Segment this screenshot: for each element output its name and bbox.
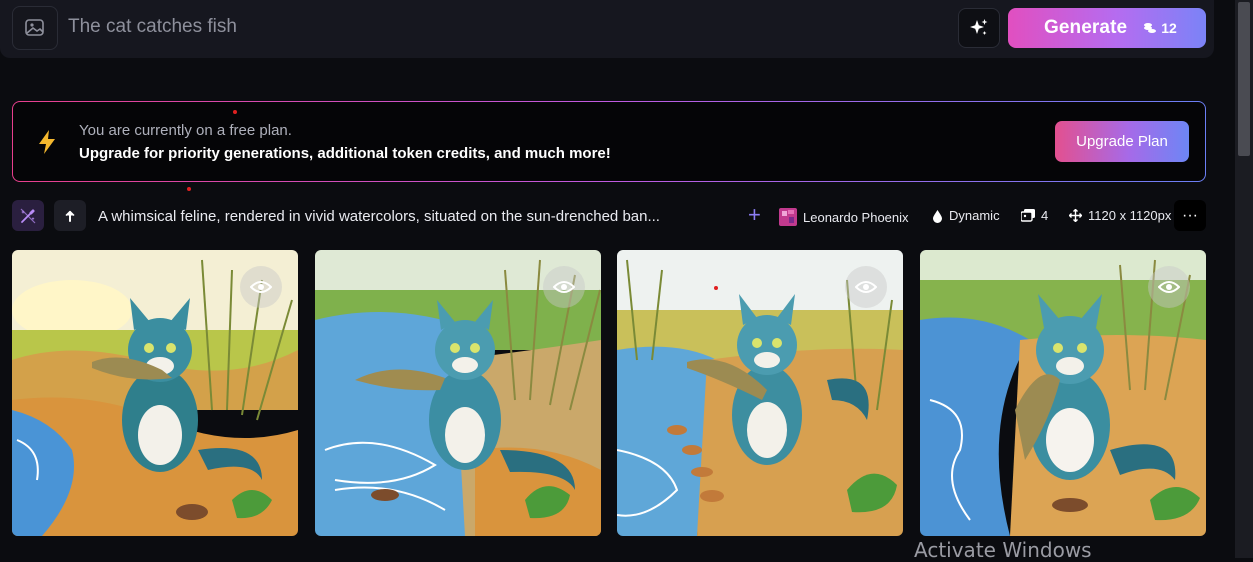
token-icon <box>1144 23 1157 33</box>
generate-label: Generate <box>1044 17 1128 38</box>
preview-button[interactable] <box>240 266 282 308</box>
plan-upsell-text: Upgrade for priority generations, additi… <box>79 145 611 162</box>
sparkle-icon <box>970 19 988 35</box>
model-thumbnail-icon <box>779 208 797 226</box>
remix-button[interactable] <box>12 200 44 231</box>
plan-status-text: You are currently on a free plan. <box>79 122 292 139</box>
magic-wand-icon <box>20 208 36 223</box>
generated-image-2[interactable] <box>315 250 601 536</box>
cursor-marker <box>714 286 718 290</box>
upscale-button[interactable] <box>54 200 86 231</box>
cursor-marker <box>187 187 191 191</box>
style-name: Dynamic <box>949 208 1000 223</box>
prompt-input[interactable]: The cat catches fish <box>68 16 237 38</box>
dimensions-info: 1120 x 1120px <box>1069 208 1171 223</box>
eye-icon <box>553 281 575 293</box>
style-info: Dynamic <box>932 208 1000 223</box>
cursor-marker <box>233 110 237 114</box>
generation-prompt: A whimsical feline, rendered in vivid wa… <box>98 208 660 225</box>
prompt-bar: The cat catches fish Generate 12 <box>0 0 1214 58</box>
image-dimensions: 1120 x 1120px <box>1088 208 1172 223</box>
scrollbar-thumb[interactable] <box>1238 2 1250 156</box>
preview-button[interactable] <box>1148 266 1190 308</box>
move-arrows-icon <box>1069 209 1082 222</box>
free-plan-banner: You are currently on a free plan. Upgrad… <box>12 101 1206 182</box>
lightning-icon <box>39 130 55 154</box>
droplet-icon <box>933 209 942 223</box>
model-info: Leonardo Phoenix <box>779 208 909 226</box>
token-cost: 12 <box>1161 20 1177 36</box>
arrow-up-icon <box>65 210 75 222</box>
add-icon[interactable]: + <box>748 204 761 226</box>
windows-activation-watermark: Activate Windows <box>914 538 1092 562</box>
image-icon <box>25 19 44 36</box>
image-prompt-button[interactable] <box>12 6 58 50</box>
generated-image-3[interactable] <box>617 250 903 536</box>
prompt-enhance-button[interactable] <box>958 8 1000 48</box>
images-stack-icon <box>1021 209 1035 222</box>
image-count-info: 4 <box>1021 208 1048 223</box>
eye-icon <box>855 281 877 293</box>
generated-image-4[interactable] <box>920 250 1206 536</box>
generation-header: A whimsical feline, rendered in vivid wa… <box>12 200 1206 232</box>
preview-button[interactable] <box>543 266 585 308</box>
model-name: Leonardo Phoenix <box>803 209 909 225</box>
eye-icon <box>250 281 272 293</box>
upgrade-plan-button[interactable]: Upgrade Plan <box>1055 121 1189 162</box>
generate-button[interactable]: Generate 12 <box>1008 8 1206 48</box>
image-gallery <box>12 250 1206 536</box>
image-count: 4 <box>1041 208 1049 223</box>
more-options-button[interactable]: ··· <box>1174 200 1206 231</box>
eye-icon <box>1158 281 1180 293</box>
preview-button[interactable] <box>845 266 887 308</box>
page-scrollbar[interactable] <box>1235 0 1253 558</box>
generated-image-1[interactable] <box>12 250 298 536</box>
